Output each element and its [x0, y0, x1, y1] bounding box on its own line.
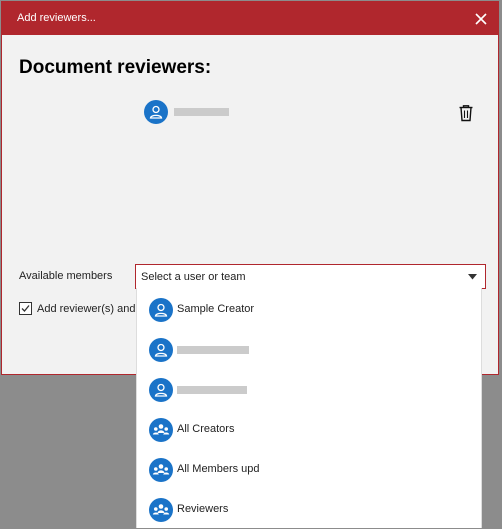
list-item[interactable]: All Creators [137, 410, 481, 450]
remove-reviewer-button[interactable] [455, 102, 477, 124]
reviewer-name-redacted [174, 108, 229, 116]
option-label: Sample Creator [177, 303, 255, 315]
option-name-redacted [177, 386, 247, 394]
user-icon [154, 303, 168, 317]
add-reviewer-checkbox[interactable] [19, 302, 32, 315]
team-icon [152, 424, 170, 435]
member-dropdown-list: Sample Creator All Creators All Members … [136, 288, 482, 528]
team-icon [152, 504, 170, 515]
reviewer-row [144, 100, 484, 126]
close-button[interactable] [470, 8, 492, 30]
list-item[interactable]: Reviewers [137, 490, 481, 530]
dialog-titlebar: Add reviewers... [2, 2, 498, 35]
avatar [149, 418, 173, 442]
document-reviewers-heading: Document reviewers: [19, 57, 212, 78]
add-reviewer-checkbox-label: Add reviewer(s) and c [37, 303, 137, 315]
available-members-label: Available members [19, 270, 113, 282]
user-icon [154, 343, 168, 357]
avatar [149, 338, 173, 362]
reviewer-avatar [144, 100, 168, 124]
option-label: Reviewers [177, 503, 229, 515]
list-item[interactable]: All Members upd [137, 450, 481, 490]
list-item[interactable]: Sample Creator [137, 290, 481, 330]
avatar [149, 298, 173, 322]
dialog-title: Add reviewers... [17, 12, 96, 24]
member-select-placeholder: Select a user or team [141, 271, 246, 283]
option-label: All Creators [177, 423, 235, 435]
trash-icon [459, 105, 473, 122]
avatar [149, 458, 173, 482]
checkmark-icon [21, 305, 30, 312]
list-item[interactable] [137, 330, 481, 370]
team-icon [152, 464, 170, 475]
close-icon [475, 13, 487, 25]
user-icon [154, 383, 168, 397]
avatar [149, 378, 173, 402]
list-item[interactable] [137, 370, 481, 410]
user-icon [149, 105, 163, 119]
member-select[interactable]: Select a user or team [135, 264, 486, 289]
chevron-down-icon [468, 274, 477, 280]
avatar [149, 498, 173, 522]
option-name-redacted [177, 346, 249, 354]
option-label: All Members upd [177, 463, 260, 475]
